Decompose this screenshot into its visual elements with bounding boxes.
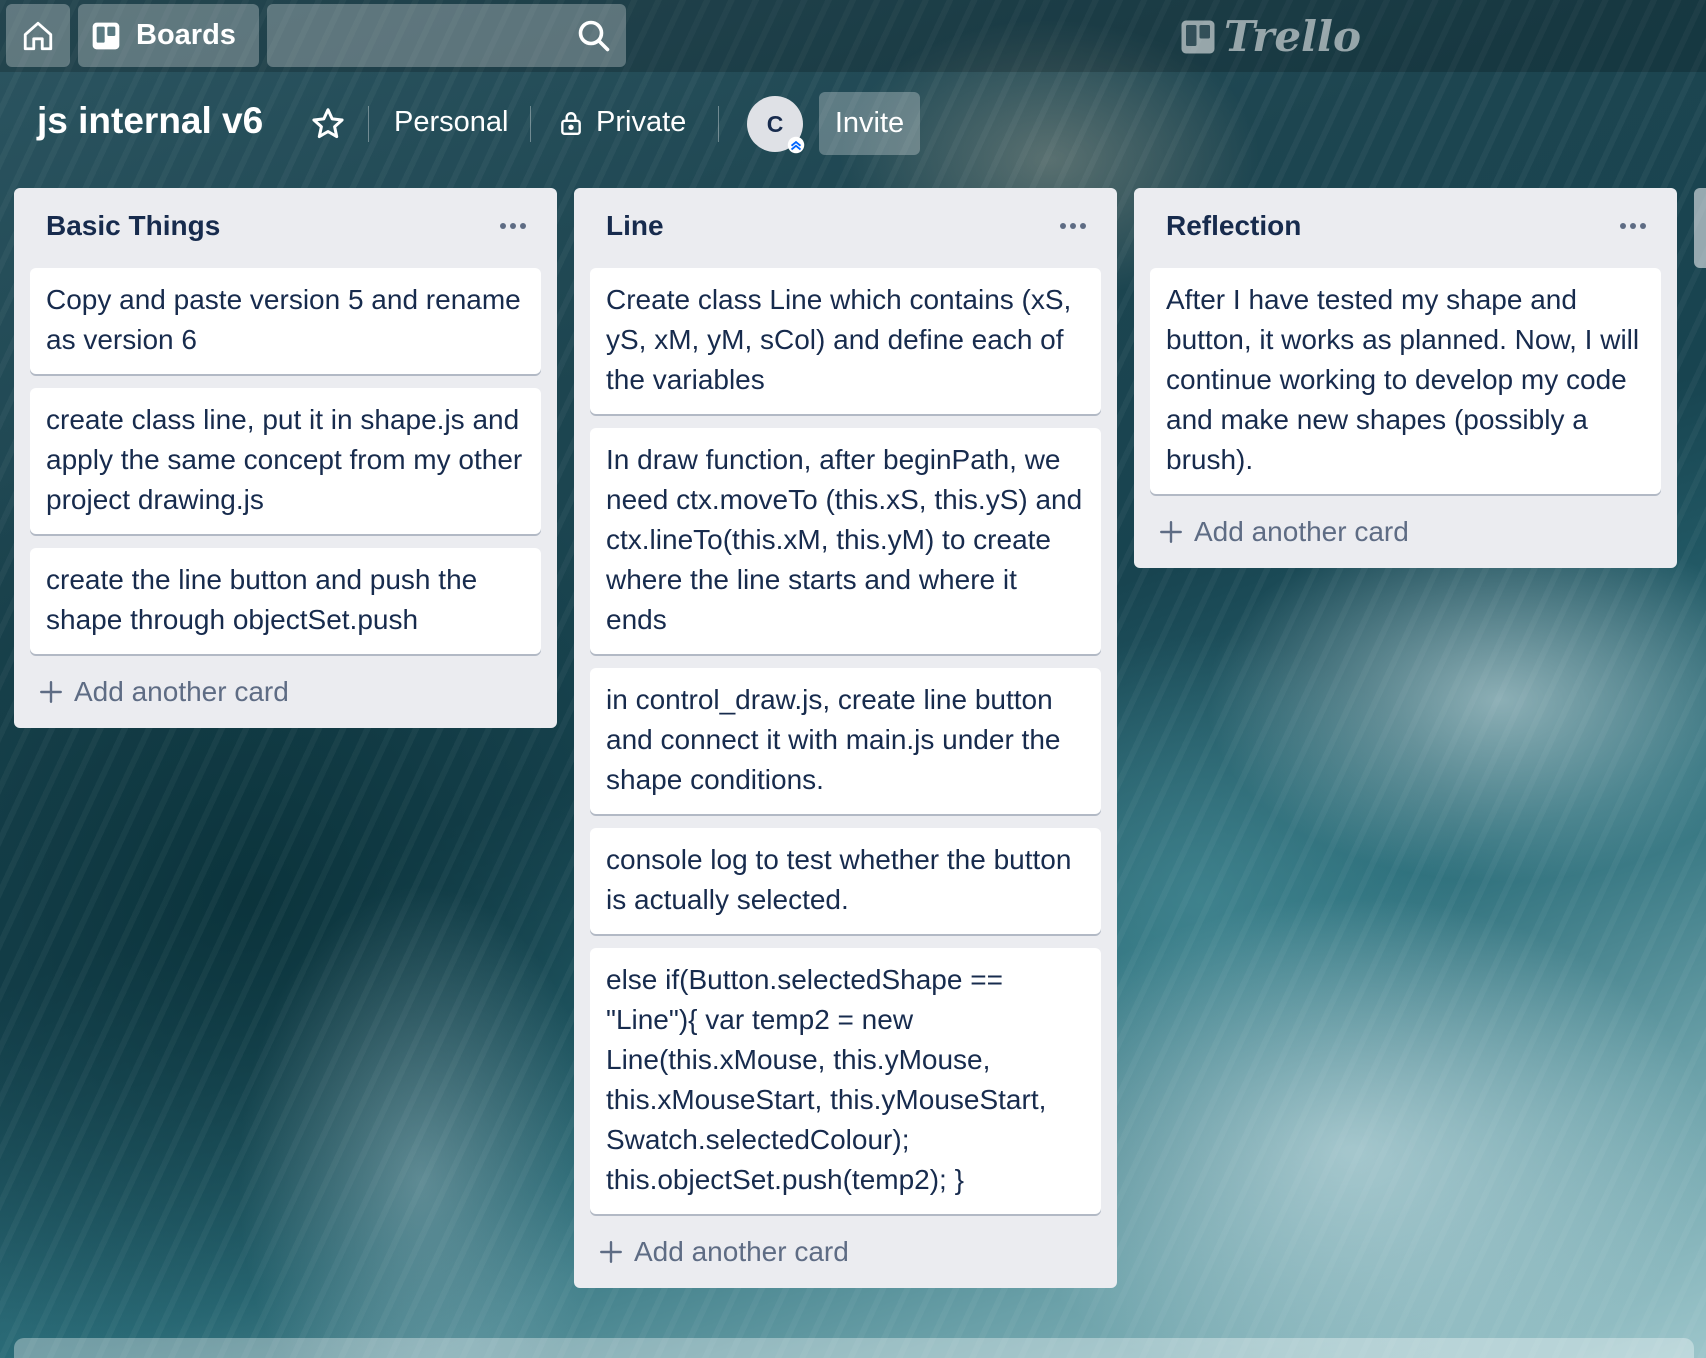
lock-icon <box>561 111 581 135</box>
list-basic-things: Basic Things Copy and paste version 5 an… <box>14 188 557 728</box>
boards-icon <box>92 22 120 49</box>
more-options-icon[interactable] <box>495 216 531 236</box>
board-header: js internal v6 Personal Private C Invite <box>0 84 1706 164</box>
card[interactable]: console log to test whether the button i… <box>590 828 1101 934</box>
plus-icon <box>1160 521 1182 543</box>
trello-logo-icon <box>1181 20 1215 53</box>
trello-logo-text: Trello <box>1224 12 1361 61</box>
add-card-button[interactable]: Add another card <box>1150 508 1661 556</box>
header-divider <box>718 106 719 142</box>
avatar[interactable]: C <box>747 96 805 154</box>
board-title[interactable]: js internal v6 <box>37 100 263 142</box>
card[interactable]: Copy and paste version 5 and rename as v… <box>30 268 541 374</box>
card[interactable]: else if(Button.selectedShape == "Line"){… <box>590 948 1101 1214</box>
top-navigation-bar: Boards Trello <box>0 0 1706 72</box>
more-options-icon[interactable] <box>1055 216 1091 236</box>
list-reflection: Reflection After I have tested my shape … <box>1134 188 1677 568</box>
add-card-label: Add another card <box>1194 516 1409 547</box>
card[interactable]: in control_draw.js, create line button a… <box>590 668 1101 814</box>
invite-button[interactable]: Invite <box>819 92 920 155</box>
avatar-initial: C <box>766 110 784 137</box>
list-title[interactable]: Line <box>606 210 664 242</box>
boards-label: Boards <box>136 19 236 51</box>
team-button[interactable]: Personal <box>394 106 508 139</box>
list-header: Line <box>590 188 1101 268</box>
add-card-button[interactable]: Add another card <box>590 1228 1101 1276</box>
header-divider <box>530 106 531 142</box>
plus-icon <box>600 1241 622 1263</box>
visibility-label: Private <box>596 106 687 138</box>
horizontal-scrollbar[interactable] <box>14 1338 1694 1358</box>
card[interactable]: After I have tested my shape and button,… <box>1150 268 1661 494</box>
trello-logo[interactable]: Trello <box>1180 12 1361 61</box>
plus-icon <box>40 681 62 703</box>
add-card-button[interactable]: Add another card <box>30 668 541 716</box>
list-header: Basic Things <box>30 188 541 268</box>
card[interactable]: create the line button and push the shap… <box>30 548 541 654</box>
list-title[interactable]: Basic Things <box>46 210 220 242</box>
list-line: Line Create class Line which contains (x… <box>574 188 1117 1288</box>
header-divider <box>368 106 369 142</box>
admin-badge-icon <box>787 136 805 154</box>
list-title[interactable]: Reflection <box>1166 210 1301 242</box>
card[interactable]: In draw function, after beginPath, we ne… <box>590 428 1101 654</box>
search-icon[interactable] <box>576 18 612 54</box>
list-header: Reflection <box>1150 188 1661 268</box>
home-icon <box>23 21 53 50</box>
search-input[interactable] <box>267 4 626 67</box>
add-card-label: Add another card <box>74 676 289 707</box>
visibility-button[interactable]: Private <box>558 106 686 139</box>
home-button[interactable] <box>6 4 70 67</box>
boards-button[interactable]: Boards <box>78 4 259 67</box>
add-card-label: Add another card <box>634 1236 849 1267</box>
more-options-icon[interactable] <box>1615 216 1651 236</box>
add-list-partial[interactable] <box>1694 188 1706 268</box>
card[interactable]: create class line, put it in shape.js an… <box>30 388 541 534</box>
card[interactable]: Create class Line which contains (xS, yS… <box>590 268 1101 414</box>
star-icon[interactable] <box>310 106 346 142</box>
